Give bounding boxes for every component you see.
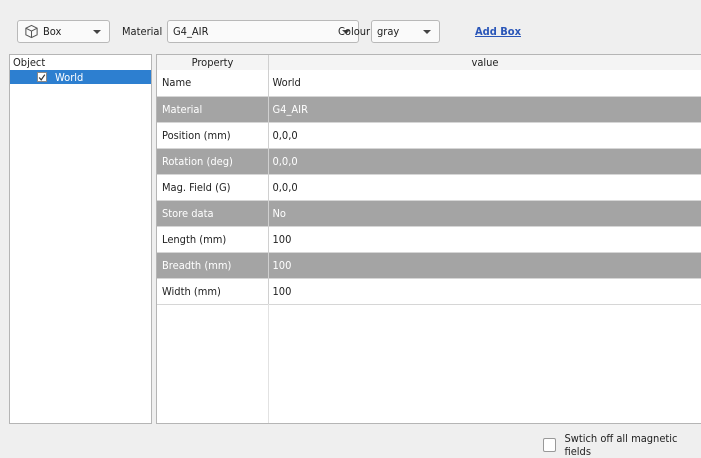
table-row[interactable]: Name World bbox=[157, 70, 701, 96]
property-value[interactable]: 100 bbox=[268, 278, 701, 304]
cube-icon bbox=[24, 24, 39, 39]
property-value[interactable]: No bbox=[268, 200, 701, 226]
property-value[interactable]: 0,0,0 bbox=[268, 122, 701, 148]
material-label: Material bbox=[122, 25, 163, 38]
shape-select-value: Box bbox=[43, 25, 62, 38]
object-header-label: Object bbox=[13, 56, 46, 69]
table-row[interactable]: Material G4_AIR bbox=[157, 96, 701, 122]
property-table[interactable]: Property value Name World Material G4_AIR … bbox=[156, 54, 701, 424]
tree-item-label: World bbox=[55, 70, 84, 84]
property-name: Length (mm) bbox=[157, 226, 269, 252]
property-value[interactable]: 0,0,0 bbox=[268, 148, 701, 174]
colour-select[interactable]: gray bbox=[371, 20, 440, 43]
table-row[interactable]: Mag. Field (G) 0,0,0 bbox=[157, 174, 701, 200]
chevron-down-icon bbox=[93, 29, 101, 34]
material-select[interactable]: G4_AIR bbox=[167, 20, 359, 43]
table-row[interactable]: Rotation (deg) 0,0,0 bbox=[157, 148, 701, 174]
tree-item-world[interactable]: World bbox=[10, 70, 151, 84]
object-tree[interactable]: Object World bbox=[9, 54, 152, 424]
shape-select[interactable]: Box bbox=[17, 20, 110, 43]
chevron-down-icon bbox=[423, 29, 431, 34]
table-row[interactable]: Store data No bbox=[157, 200, 701, 226]
table-row[interactable]: Position (mm) 0,0,0 bbox=[157, 122, 701, 148]
table-row[interactable]: Length (mm) 100 bbox=[157, 226, 701, 252]
table-row[interactable]: Width (mm) 100 bbox=[157, 278, 701, 304]
property-name: Material bbox=[157, 96, 269, 122]
magnetic-fields-toggle[interactable]: Swtich off all magnetic fields bbox=[543, 432, 701, 458]
property-name: Name bbox=[157, 70, 269, 96]
property-value[interactable]: 100 bbox=[268, 226, 701, 252]
property-name: Breadth (mm) bbox=[157, 252, 269, 278]
property-name: Width (mm) bbox=[157, 278, 269, 304]
property-name: Position (mm) bbox=[157, 122, 269, 148]
add-box-button[interactable]: Add Box bbox=[475, 25, 521, 38]
property-name: Rotation (deg) bbox=[157, 148, 269, 174]
property-name: Store data bbox=[157, 200, 269, 226]
property-value[interactable]: World bbox=[268, 70, 701, 96]
check-icon[interactable] bbox=[37, 72, 47, 82]
property-value[interactable]: G4_AIR bbox=[268, 96, 701, 122]
magnetic-fields-checkbox[interactable] bbox=[543, 438, 557, 452]
property-name: Mag. Field (G) bbox=[157, 174, 269, 200]
material-select-value: G4_AIR bbox=[173, 25, 209, 38]
value-column-header[interactable]: value bbox=[269, 55, 701, 70]
property-value[interactable]: 100 bbox=[268, 252, 701, 278]
property-column-header[interactable]: Property bbox=[157, 55, 269, 70]
property-column-divider bbox=[268, 304, 269, 423]
property-table-header: Property value bbox=[157, 55, 701, 71]
table-row[interactable]: Breadth (mm) 100 bbox=[157, 252, 701, 278]
property-value[interactable]: 0,0,0 bbox=[268, 174, 701, 200]
colour-select-value: gray bbox=[377, 25, 400, 38]
property-rows: Name World Material G4_AIR Position (mm) 0,… bbox=[157, 70, 701, 305]
magnetic-fields-label: Swtich off all magnetic fields bbox=[564, 432, 678, 458]
object-tree-header: Object bbox=[10, 55, 151, 71]
colour-label: Colour bbox=[338, 25, 371, 38]
